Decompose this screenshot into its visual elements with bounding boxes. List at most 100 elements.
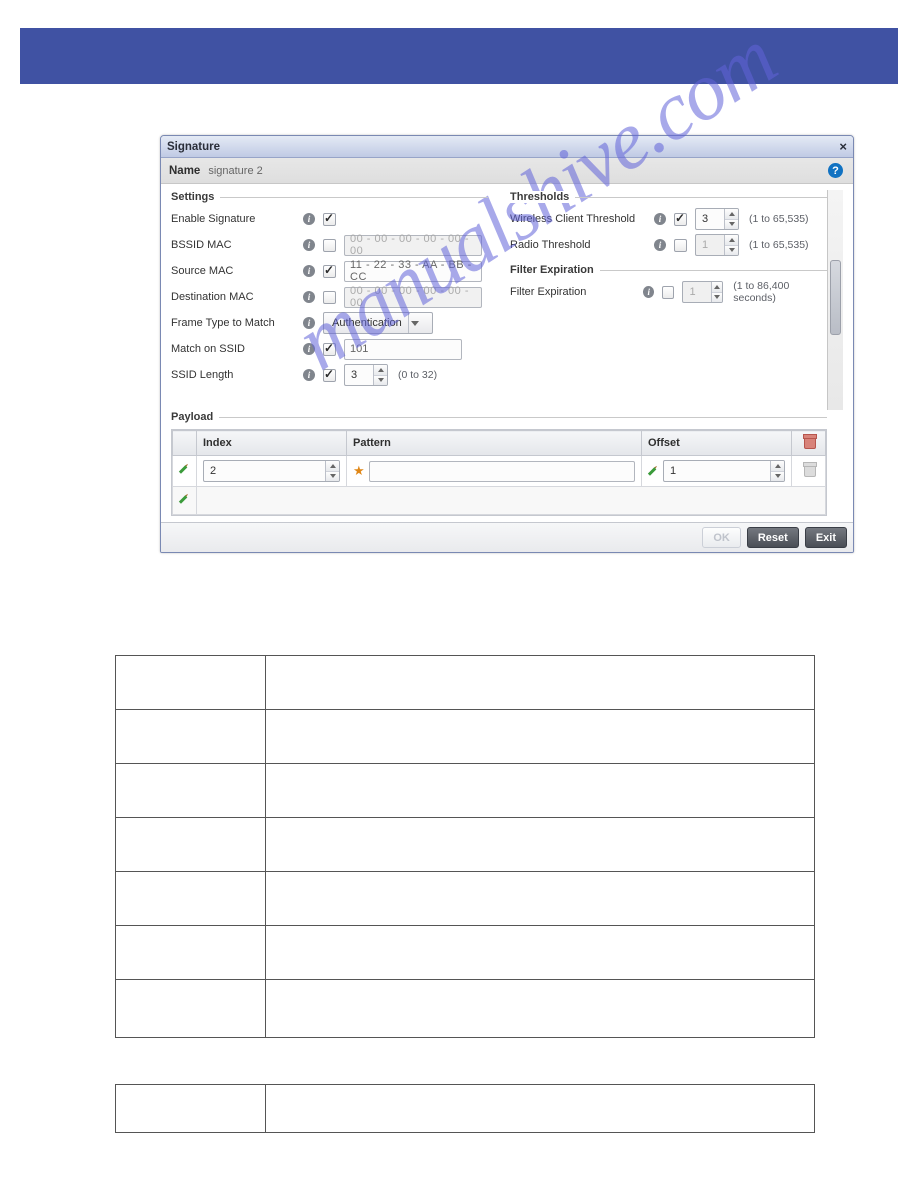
filter-expiration-stepper[interactable]: 1 (682, 281, 723, 303)
wireless-client-checkbox[interactable] (674, 213, 687, 226)
payload-th-delete (792, 431, 826, 456)
vertical-scrollbar[interactable] (827, 190, 843, 410)
trash-icon (803, 435, 815, 448)
enable-signature-label: Enable Signature (171, 213, 299, 225)
info-icon[interactable]: i (303, 265, 315, 277)
ssid-length-value: 3 (345, 365, 373, 385)
dialog-name-row: Name signature 2 ? (161, 158, 853, 184)
ssid-length-stepper[interactable]: 3 (344, 364, 388, 386)
wireless-client-stepper[interactable]: 3 (695, 208, 739, 230)
frame-type-select[interactable]: Authentication (323, 312, 433, 334)
dialog-title: Signature (167, 141, 220, 153)
source-mac-label: Source MAC (171, 265, 299, 277)
payload-th-edit (173, 431, 197, 456)
payload-th-index: Index (197, 431, 347, 456)
description-table-2 (115, 1084, 815, 1133)
frame-type-value: Authentication (332, 317, 402, 329)
radio-threshold-row: Radio Threshold i 1 (1 to 65,535) (510, 233, 827, 257)
trash-icon (803, 463, 815, 476)
info-icon[interactable]: i (303, 213, 315, 225)
signature-dialog: Signature × Name signature 2 ? Settings (160, 135, 854, 553)
radio-threshold-label: Radio Threshold (510, 239, 650, 251)
pencil-icon (177, 462, 193, 478)
match-ssid-input[interactable]: 101 (344, 339, 462, 360)
ssid-length-checkbox[interactable] (323, 369, 336, 382)
payload-empty-row (173, 487, 826, 515)
bssid-mac-checkbox[interactable] (323, 239, 336, 252)
dialog-body: Settings Enable Signature i BSSID MAC i (161, 184, 853, 410)
ssid-length-label: SSID Length (171, 369, 299, 381)
info-icon[interactable]: i (303, 239, 315, 251)
ok-button[interactable]: OK (702, 527, 741, 548)
thresholds-heading: Thresholds (510, 191, 575, 203)
payload-offset-value: 1 (664, 461, 770, 481)
radio-threshold-checkbox[interactable] (674, 239, 687, 252)
radio-threshold-range: (1 to 65,535) (749, 239, 809, 251)
info-icon[interactable]: i (303, 343, 315, 355)
filter-expiration-checkbox[interactable] (662, 286, 674, 299)
frame-type-label: Frame Type to Match (171, 317, 299, 329)
source-mac-input[interactable]: 11 - 22 - 33 - AA - BB - CC (344, 261, 482, 282)
destination-mac-input[interactable]: 00 - 00 - 00 - 00 - 00 - 00 (344, 287, 482, 308)
info-icon[interactable]: i (643, 286, 654, 298)
payload-row-edit[interactable] (173, 456, 197, 487)
bssid-mac-input[interactable]: 00 - 00 - 00 - 00 - 00 - 00 (344, 235, 482, 256)
chevron-down-icon (408, 313, 422, 333)
reset-button[interactable]: Reset (747, 527, 799, 548)
filter-expiration-heading: Filter Expiration (510, 264, 600, 276)
payload-heading: Payload (171, 411, 219, 423)
info-icon[interactable]: i (303, 291, 315, 303)
destination-mac-row: Destination MAC i 00 - 00 - 00 - 00 - 00… (171, 285, 488, 309)
payload-table: Index Pattern Offset (171, 429, 827, 516)
payload-th-offset: Offset (642, 431, 792, 456)
description-tables (115, 655, 815, 1133)
match-ssid-row: Match on SSID i 101 (171, 337, 488, 361)
ssid-length-row: SSID Length i 3 (0 to 32) (171, 363, 488, 387)
payload-th-pattern: Pattern (347, 431, 642, 456)
info-icon[interactable]: i (654, 213, 666, 225)
bssid-mac-label: BSSID MAC (171, 239, 299, 251)
radio-threshold-stepper[interactable]: 1 (695, 234, 739, 256)
filter-expiration-range: (1 to 86,400 seconds) (733, 280, 827, 304)
wireless-client-row: Wireless Client Threshold i 3 (1 to 65,5… (510, 207, 827, 231)
enable-signature-checkbox[interactable] (323, 213, 336, 226)
wireless-client-range: (1 to 65,535) (749, 213, 809, 225)
destination-mac-label: Destination MAC (171, 291, 299, 303)
pencil-icon[interactable] (646, 463, 662, 479)
payload-index-value: 2 (204, 461, 325, 481)
scrollbar-thumb[interactable] (830, 260, 841, 335)
info-icon[interactable]: i (303, 369, 315, 381)
thresholds-column: Thresholds Wireless Client Threshold i 3 (510, 190, 827, 410)
payload-pattern-input[interactable] (369, 461, 635, 482)
payload-row: 2 ★ (173, 456, 826, 487)
match-ssid-label: Match on SSID (171, 343, 299, 355)
wireless-client-label: Wireless Client Threshold (510, 213, 650, 225)
filter-expiration-row: Filter Expiration i 1 (1 to 86,400 secon… (510, 280, 827, 304)
name-label: Name (169, 165, 200, 177)
pencil-icon[interactable] (177, 491, 193, 507)
dialog-titlebar: Signature × (161, 136, 853, 158)
radio-threshold-value: 1 (696, 235, 724, 255)
description-table-1 (115, 655, 815, 1038)
signature-dialog-screenshot: Signature × Name signature 2 ? Settings (160, 135, 854, 553)
settings-column: Settings Enable Signature i BSSID MAC i (171, 190, 488, 410)
required-star-icon: ★ (353, 463, 365, 479)
source-mac-checkbox[interactable] (323, 265, 336, 278)
payload-index-stepper[interactable]: 2 (203, 460, 340, 482)
document-top-banner (20, 28, 898, 84)
bssid-mac-row: BSSID MAC i 00 - 00 - 00 - 00 - 00 - 00 (171, 233, 488, 257)
payload-row-delete[interactable] (792, 456, 826, 487)
info-icon[interactable]: i (654, 239, 666, 251)
filter-expiration-value: 1 (683, 282, 711, 302)
help-icon[interactable]: ? (828, 163, 843, 178)
frame-type-row: Frame Type to Match i Authentication (171, 311, 488, 335)
name-value: signature 2 (208, 165, 262, 177)
close-icon[interactable]: × (839, 139, 847, 154)
payload-offset-stepper[interactable]: 1 (663, 460, 785, 482)
exit-button[interactable]: Exit (805, 527, 847, 548)
wireless-client-value: 3 (696, 209, 724, 229)
info-icon[interactable]: i (303, 317, 315, 329)
match-ssid-checkbox[interactable] (323, 343, 336, 356)
settings-heading: Settings (171, 191, 220, 203)
destination-mac-checkbox[interactable] (323, 291, 336, 304)
